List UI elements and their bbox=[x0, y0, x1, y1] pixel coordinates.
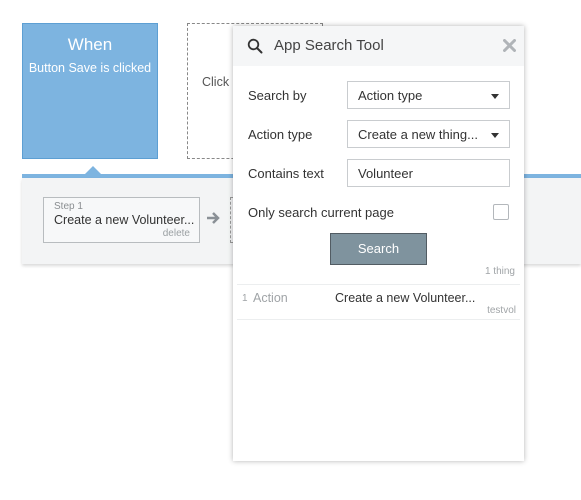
search-by-select[interactable]: Action type bbox=[347, 81, 510, 109]
only-current-page-checkbox[interactable] bbox=[493, 204, 509, 220]
step-delete-link[interactable]: delete bbox=[163, 228, 190, 239]
contains-text-input[interactable]: Volunteer bbox=[347, 159, 510, 187]
popup-header: App Search Tool bbox=[233, 26, 524, 66]
search-by-label: Search by bbox=[248, 88, 307, 103]
result-count: 1 thing bbox=[484, 266, 515, 277]
action-type-value: Create a new thing... bbox=[358, 127, 478, 142]
result-index: 1 bbox=[242, 293, 248, 304]
step-name: Create a new Volunteer... bbox=[54, 213, 195, 227]
popup-title: App Search Tool bbox=[274, 37, 384, 54]
action-type-label: Action type bbox=[248, 127, 313, 142]
result-page: testvol bbox=[487, 305, 516, 316]
search-icon bbox=[247, 38, 263, 54]
action-type-select[interactable]: Create a new thing... bbox=[347, 120, 510, 148]
event-card[interactable]: When Button Save is clicked bbox=[22, 23, 158, 159]
event-subtitle: Button Save is clicked bbox=[28, 61, 152, 75]
app-search-tool-popup: App Search Tool Search by Action type Ac… bbox=[233, 26, 524, 461]
arrow-right-icon bbox=[207, 212, 220, 224]
event-pointer bbox=[85, 166, 101, 174]
chevron-down-icon bbox=[491, 94, 499, 99]
result-name: Create a new Volunteer... bbox=[335, 291, 476, 305]
search-button[interactable]: Search bbox=[330, 233, 427, 265]
search-by-value: Action type bbox=[358, 88, 423, 103]
result-row[interactable]: 1 Action Create a new Volunteer... testv… bbox=[237, 284, 520, 320]
contains-text-value: Volunteer bbox=[358, 166, 413, 181]
step-card[interactable]: Step 1 Create a new Volunteer... delete bbox=[43, 197, 200, 243]
only-current-page-label: Only search current page bbox=[248, 205, 394, 220]
close-icon[interactable] bbox=[503, 39, 516, 52]
step-label: Step 1 bbox=[54, 201, 83, 212]
chevron-down-icon bbox=[491, 133, 499, 138]
event-title: When bbox=[67, 35, 113, 54]
contains-text-label: Contains text bbox=[248, 166, 324, 181]
result-type: Action bbox=[253, 291, 288, 305]
